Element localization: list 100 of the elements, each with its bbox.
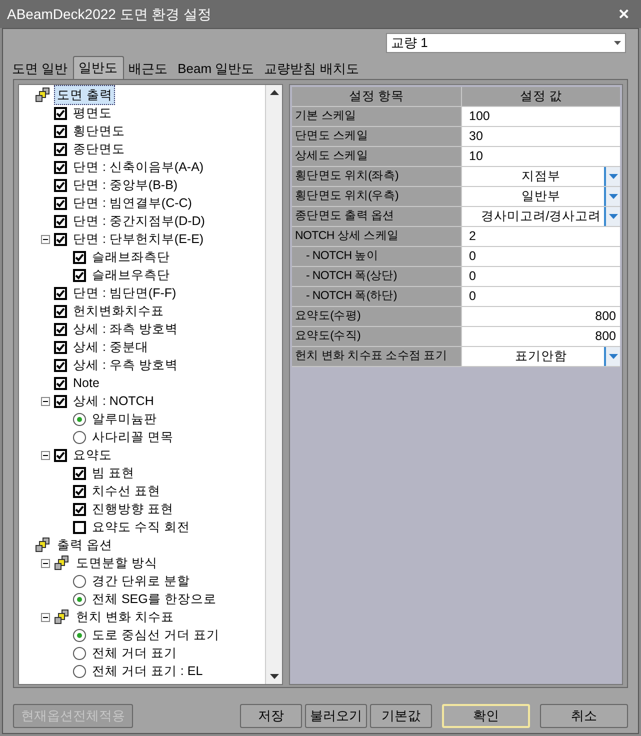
setting-value[interactable]: 800 — [462, 307, 620, 326]
tree-item[interactable]: 단면 : 빔연결부(C-C) — [70, 192, 195, 214]
checkbox[interactable] — [54, 124, 67, 138]
tree-item[interactable]: 슬래브우측단 — [89, 264, 173, 286]
tab[interactable]: 배근도 — [124, 59, 173, 79]
tab[interactable]: 교량받침 배치도 — [259, 59, 364, 79]
tree-item[interactable]: 도면 출력 — [54, 85, 116, 106]
setting-label: 상세도 스케일 — [292, 147, 462, 166]
close-button[interactable]: ✕ — [614, 4, 634, 24]
radio-button[interactable] — [73, 592, 86, 606]
radio-button[interactable] — [73, 664, 86, 678]
dialog-button[interactable]: 저장 — [240, 704, 302, 728]
tree-item[interactable]: 단면 : 중앙부(B-B) — [70, 174, 181, 196]
setting-label: - NOTCH 폭(하단) — [292, 287, 462, 306]
tree-item[interactable]: 상세 : 우측 방호벽 — [70, 354, 181, 376]
column-header: 설정 값 — [462, 87, 620, 106]
collapse-toggle-icon[interactable] — [41, 396, 50, 406]
tab[interactable]: Beam 일반도 — [172, 59, 260, 79]
setting-value[interactable]: 일반부 — [462, 187, 620, 206]
tree-item[interactable]: 경간 단위로 분할 — [89, 570, 193, 592]
dialog-button[interactable]: 취소 — [540, 704, 628, 728]
checkbox[interactable] — [54, 214, 67, 228]
setting-value[interactable]: 10 — [462, 147, 620, 166]
tree-item[interactable]: 단면 : 빔단면(F-F) — [70, 282, 180, 304]
radio-button[interactable] — [73, 574, 86, 588]
collapse-toggle-icon[interactable] — [41, 612, 50, 622]
collapse-toggle-icon[interactable] — [41, 450, 50, 460]
setting-value[interactable]: 800 — [462, 327, 620, 346]
tree-item[interactable]: 종단면도 — [70, 138, 128, 160]
tree-item[interactable]: 전체 거더 표기 — [89, 642, 180, 664]
checkbox[interactable] — [54, 394, 67, 408]
tree-item[interactable]: 단면 : 단부헌치부(E-E) — [70, 228, 207, 250]
setting-value[interactable]: 0 — [462, 287, 620, 306]
tree-item[interactable]: 출력 옵션 — [54, 534, 116, 556]
tree-item[interactable]: 헌치 변화 치수표 — [73, 606, 177, 628]
checkbox[interactable] — [54, 106, 67, 120]
tree-item[interactable]: 전체 SEG를 한장으로 — [89, 588, 220, 610]
checkbox[interactable] — [54, 304, 67, 318]
dialog-button[interactable]: 불러오기 — [305, 704, 367, 728]
group-icon — [35, 87, 51, 103]
tree-item[interactable]: 사다리꼴 면목 — [89, 426, 176, 448]
tree-item[interactable]: 헌치변화치수표 — [70, 300, 167, 322]
tree-item[interactable]: 상세 : 좌측 방호벽 — [70, 318, 181, 340]
tree-item[interactable]: 횡단면도 — [70, 120, 128, 142]
tree-item[interactable]: 상세 : 중분대 — [70, 336, 152, 358]
collapse-toggle-icon[interactable] — [41, 234, 50, 244]
checkbox[interactable] — [54, 448, 67, 462]
setting-value[interactable]: 0 — [462, 267, 620, 286]
tree-item[interactable]: 상세 : NOTCH — [70, 390, 157, 412]
checkbox[interactable] — [54, 286, 67, 300]
checkbox[interactable] — [73, 484, 86, 498]
setting-value[interactable]: 30 — [462, 127, 620, 146]
radio-button[interactable] — [73, 646, 86, 660]
tree-item[interactable]: 요약도 수직 회전 — [89, 516, 193, 538]
checkbox[interactable] — [73, 466, 86, 480]
checkbox[interactable] — [54, 160, 67, 174]
tab[interactable]: 도면 일반 — [7, 59, 73, 79]
tree-item[interactable]: 전체 거더 표기 : EL — [89, 660, 206, 682]
radio-button[interactable] — [73, 412, 86, 426]
setting-value[interactable]: 100 — [462, 107, 620, 126]
collapse-toggle-icon[interactable] — [41, 558, 50, 568]
setting-value[interactable]: 0 — [462, 247, 620, 266]
tree-item[interactable]: 알루미늄판 — [89, 408, 160, 430]
tree-item[interactable]: 도면분할 방식 — [73, 552, 160, 574]
setting-label: 횡단면도 위치(우측) — [292, 187, 462, 206]
radio-button[interactable] — [73, 628, 86, 642]
checkbox[interactable] — [73, 520, 86, 534]
setting-value[interactable]: 지점부 — [462, 167, 620, 186]
setting-value[interactable]: 표기안함 — [462, 347, 620, 366]
checkbox[interactable] — [73, 268, 86, 282]
checkbox[interactable] — [54, 376, 67, 390]
checkbox[interactable] — [54, 232, 67, 246]
tree-item[interactable]: 빔 표현 — [89, 462, 138, 484]
checkbox[interactable] — [73, 502, 86, 516]
setting-label: NOTCH 상세 스케일 — [292, 227, 462, 246]
setting-value[interactable]: 2 — [462, 227, 620, 246]
tree-item[interactable]: 도로 중심선 거더 표기 — [89, 624, 222, 646]
tree-item[interactable]: 평면도 — [70, 102, 115, 124]
checkbox[interactable] — [54, 340, 67, 354]
setting-label: 종단면도 출력 옵션 — [292, 207, 462, 226]
scrollbar[interactable] — [265, 85, 282, 684]
checkbox[interactable] — [54, 142, 67, 156]
tab[interactable]: 일반도 — [72, 56, 124, 79]
tree-item[interactable]: 요약도 — [70, 444, 115, 466]
tree-item[interactable]: 진행방향 표현 — [89, 498, 176, 520]
checkbox[interactable] — [73, 250, 86, 264]
tree-item[interactable]: 단면 : 중간지점부(D-D) — [70, 210, 208, 232]
tree-item[interactable]: 슬래브좌측단 — [89, 246, 173, 268]
tree-item[interactable]: Note — [70, 372, 102, 394]
checkbox[interactable] — [54, 196, 67, 210]
radio-button[interactable] — [73, 430, 86, 444]
checkbox[interactable] — [54, 358, 67, 372]
checkbox[interactable] — [54, 178, 67, 192]
tree-item[interactable]: 치수선 표현 — [89, 480, 164, 502]
checkbox[interactable] — [54, 322, 67, 336]
dialog-button[interactable]: 확인 — [442, 704, 530, 728]
setting-value[interactable]: 경사미고려/경사고려 — [462, 207, 620, 226]
tree-item[interactable]: 단면 : 신축이음부(A-A) — [70, 156, 207, 178]
dialog-button[interactable]: 기본값 — [370, 704, 432, 728]
bridge-dropdown[interactable]: 교량 1 — [386, 33, 626, 53]
